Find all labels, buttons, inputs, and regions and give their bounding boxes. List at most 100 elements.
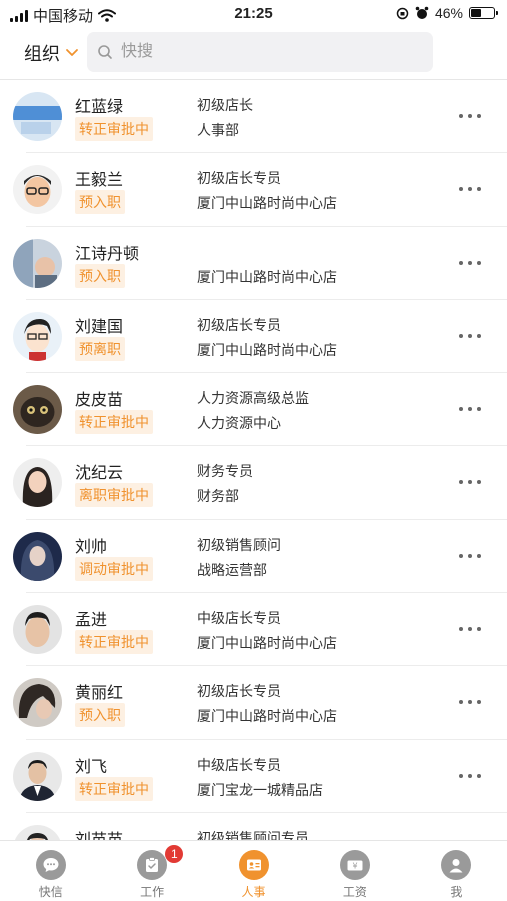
- employee-position: 初级店长专员: [197, 170, 281, 187]
- status-badge: 转正审批中: [75, 630, 153, 655]
- org-label: 组织: [24, 44, 60, 64]
- avatar: [13, 605, 62, 655]
- avatar: [13, 824, 62, 840]
- more-icon[interactable]: [459, 180, 481, 198]
- tab-personnel[interactable]: 人事: [203, 841, 304, 901]
- employee-row[interactable]: 刘飞 转正审批中 中级店长专员 厦门宝龙一城精品店: [13, 740, 507, 813]
- employee-row[interactable]: 刘建国 预离职 初级店长专员 厦门中山路时尚中心店: [13, 300, 507, 374]
- notification-badge: 1: [165, 845, 184, 863]
- more-icon[interactable]: [459, 547, 481, 565]
- tab-label: 工资: [342, 885, 367, 899]
- avatar: [13, 385, 62, 435]
- avatar: [13, 531, 62, 581]
- employee-department: 战略运营部: [197, 561, 267, 578]
- employee-name: 红蓝绿: [75, 99, 124, 116]
- status-badge: 转正审批中: [75, 410, 153, 435]
- work-icon: [137, 850, 168, 880]
- employee-row[interactable]: 刘苗苗 初级销售顾问专员: [13, 813, 507, 840]
- avatar: [13, 165, 62, 215]
- employee-department: 厦门中山路时尚中心店: [197, 195, 337, 212]
- tab-chat[interactable]: 快信: [0, 841, 101, 901]
- tab-label: 工作: [140, 885, 165, 899]
- avatar: [13, 92, 62, 141]
- svg-text:¥: ¥: [352, 862, 357, 871]
- status-right: 46%: [396, 5, 498, 21]
- tab-me[interactable]: 我: [406, 841, 507, 901]
- org-selector[interactable]: 组织: [24, 40, 80, 66]
- employee-row[interactable]: 沈纪云 离职审批中 财务专员 财务部: [13, 446, 507, 520]
- status-badge: 转正审批中: [75, 776, 153, 801]
- status-badge: 离职审批中: [75, 483, 153, 508]
- search-box[interactable]: [87, 32, 433, 72]
- employee-position: 初级销售顾问: [197, 536, 281, 553]
- me-icon: [441, 850, 472, 880]
- employee-row[interactable]: 黄丽红 预入职 初级店长专员 厦门中山路时尚中心店: [13, 666, 507, 740]
- avatar: [13, 458, 62, 508]
- status-badge: 调动审批中: [75, 556, 153, 581]
- avatar: [13, 751, 62, 801]
- battery-percent: 46%: [434, 5, 463, 21]
- employee-row[interactable]: 王毅兰 预入职 初级店长专员 厦门中山路时尚中心店: [13, 153, 507, 227]
- employee-list: 红蓝绿 转正审批中 初级店长 人事部 王毅兰 预入职 初级店长专员 厦门中山路时…: [0, 80, 507, 840]
- employee-position: 中级店长专员: [197, 610, 281, 627]
- tab-label: 人事: [241, 885, 266, 899]
- status-badge: 转正审批中: [75, 117, 153, 141]
- employee-department: 厦门宝龙一城精品店: [197, 781, 323, 798]
- tab-label: 快信: [38, 885, 63, 899]
- avatar: [13, 311, 62, 361]
- employee-name: 王毅兰: [75, 172, 124, 190]
- more-icon[interactable]: [459, 327, 481, 345]
- more-icon[interactable]: [459, 473, 481, 491]
- employee-department: 人力资源中心: [197, 415, 281, 432]
- employee-name: 刘建国: [75, 318, 124, 336]
- employee-name: 沈纪云: [75, 465, 124, 483]
- tab-label: 我: [450, 885, 463, 899]
- employee-position: 财务专员: [197, 463, 253, 480]
- employee-position: 人力资源高级总监: [197, 390, 309, 407]
- more-icon[interactable]: [459, 693, 481, 711]
- employee-name: 孟进: [75, 612, 108, 630]
- employee-department: 厦门中山路时尚中心店: [197, 635, 337, 652]
- employee-row[interactable]: 孟进 转正审批中 中级店长专员 厦门中山路时尚中心店: [13, 593, 507, 667]
- more-icon[interactable]: [459, 620, 481, 638]
- status-badge: 预入职: [75, 703, 125, 728]
- top-bar: 组织: [0, 28, 507, 80]
- employee-row[interactable]: 红蓝绿 转正审批中 初级店长 人事部: [13, 80, 507, 154]
- status-bar: 中国移动 21:25 46%: [0, 0, 507, 28]
- orientation-lock-icon: [396, 7, 409, 19]
- employee-row[interactable]: 皮皮苗 转正审批中 人力资源高级总监 人力资源中心: [13, 373, 507, 447]
- employee-row[interactable]: 江诗丹顿 预入职 厦门中山路时尚中心店: [13, 227, 507, 300]
- employee-department: 厦门中山路时尚中心店: [197, 341, 337, 358]
- employee-position: 初级店长: [197, 97, 253, 113]
- status-badge: 预入职: [75, 263, 125, 288]
- avatar: [13, 678, 62, 728]
- employee-name: 皮皮苗: [75, 392, 124, 410]
- employee-position: 初级店长专员: [197, 316, 281, 333]
- tab-bar: 快信 1 工作 人事 ¥ 工资 我: [0, 840, 507, 901]
- personnel-icon: [238, 850, 269, 880]
- employee-row[interactable]: 刘帅 调动审批中 初级销售顾问 战略运营部: [13, 520, 507, 594]
- employee-name: 刘帅: [75, 538, 108, 556]
- employee-department: 厦门中山路时尚中心店: [197, 268, 337, 285]
- more-icon[interactable]: [459, 254, 481, 272]
- avatar: [13, 238, 62, 288]
- chevron-down-icon: [66, 49, 78, 56]
- employee-name: 江诗丹顿: [75, 245, 140, 263]
- employee-department: 财务部: [197, 488, 239, 505]
- employee-name: 刘飞: [75, 758, 108, 776]
- more-icon[interactable]: [459, 107, 481, 125]
- chat-icon: [35, 850, 66, 880]
- status-badge: 预入职: [75, 190, 125, 215]
- alarm-icon: [415, 6, 429, 19]
- employee-position: 初级店长专员: [197, 683, 281, 700]
- employee-department: 厦门中山路时尚中心店: [197, 708, 337, 725]
- more-icon[interactable]: [459, 400, 481, 418]
- employee-name: 黄丽红: [75, 685, 124, 703]
- salary-icon: ¥: [339, 850, 370, 880]
- more-icon[interactable]: [459, 767, 481, 785]
- tab-salary[interactable]: ¥ 工资: [304, 841, 405, 901]
- employee-department: 人事部: [197, 122, 239, 138]
- tab-work[interactable]: 1 工作: [101, 841, 202, 901]
- status-badge: 预离职: [75, 336, 125, 361]
- search-input[interactable]: [119, 42, 403, 62]
